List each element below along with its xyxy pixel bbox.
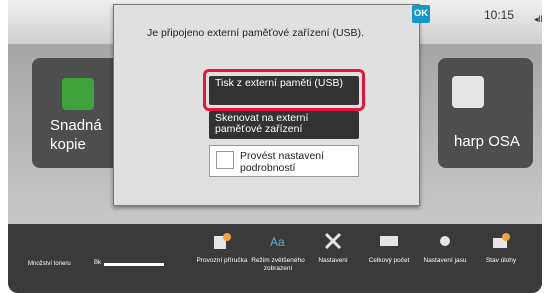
bottom-bar: Množství toneru Bk Provozní příručka Aa …	[8, 224, 542, 293]
detail-settings-label: Provést nastavení podrobností	[240, 150, 325, 174]
device-screen: 10:15 ◂ll Snadná kopie harp OSA ▶ Množst…	[8, 0, 542, 293]
toner-channel: Bk	[94, 260, 102, 266]
tile-easy-copy[interactable]: Snadná kopie	[32, 58, 122, 168]
counter-icon	[380, 236, 398, 246]
brightness-icon	[440, 236, 450, 246]
job-status-icon	[493, 233, 510, 248]
job-status-button[interactable]: Stav úlohy	[474, 232, 528, 265]
detail-settings-checkbox[interactable]	[216, 151, 234, 169]
brightness-button[interactable]: Nastavení jasu	[418, 232, 472, 265]
toner-label: Množství toneru	[28, 261, 71, 267]
print-from-usb-button[interactable]: Tisk z externí paměti (USB)	[209, 76, 359, 105]
clock: 10:15	[484, 8, 515, 22]
enlarge-display-icon: Aa	[270, 235, 285, 249]
copy-icon	[62, 78, 94, 110]
tile-sharp-osa[interactable]: harp OSA	[438, 58, 533, 168]
ok-button[interactable]: OK	[412, 5, 430, 23]
dialog-message: Je připojeno externí paměťové zařízení (…	[147, 27, 364, 39]
usb-dialog: Je připojeno externí paměťové zařízení (…	[113, 4, 420, 206]
detail-settings-option[interactable]: Provést nastavení podrobností	[209, 145, 359, 177]
manual-icon	[214, 233, 231, 249]
manual-button[interactable]: Provozní příručka	[195, 232, 249, 265]
toner-level-bar	[104, 263, 164, 266]
scan-to-usb-button[interactable]: Skenovat na externí paměťové zařízení	[209, 111, 359, 139]
tools-icon	[324, 232, 342, 250]
tile-label: harp OSA	[454, 133, 520, 150]
svg-text:Aa: Aa	[270, 235, 285, 249]
settings-button[interactable]: Nastavení	[306, 232, 360, 265]
osa-icon	[452, 76, 484, 108]
total-count-button[interactable]: Celkový počet	[362, 232, 416, 265]
panel-edge-icon: ◂ll	[534, 14, 542, 24]
enlarge-display-button[interactable]: Aa Režim zvětšeného zobrazení	[251, 232, 305, 273]
